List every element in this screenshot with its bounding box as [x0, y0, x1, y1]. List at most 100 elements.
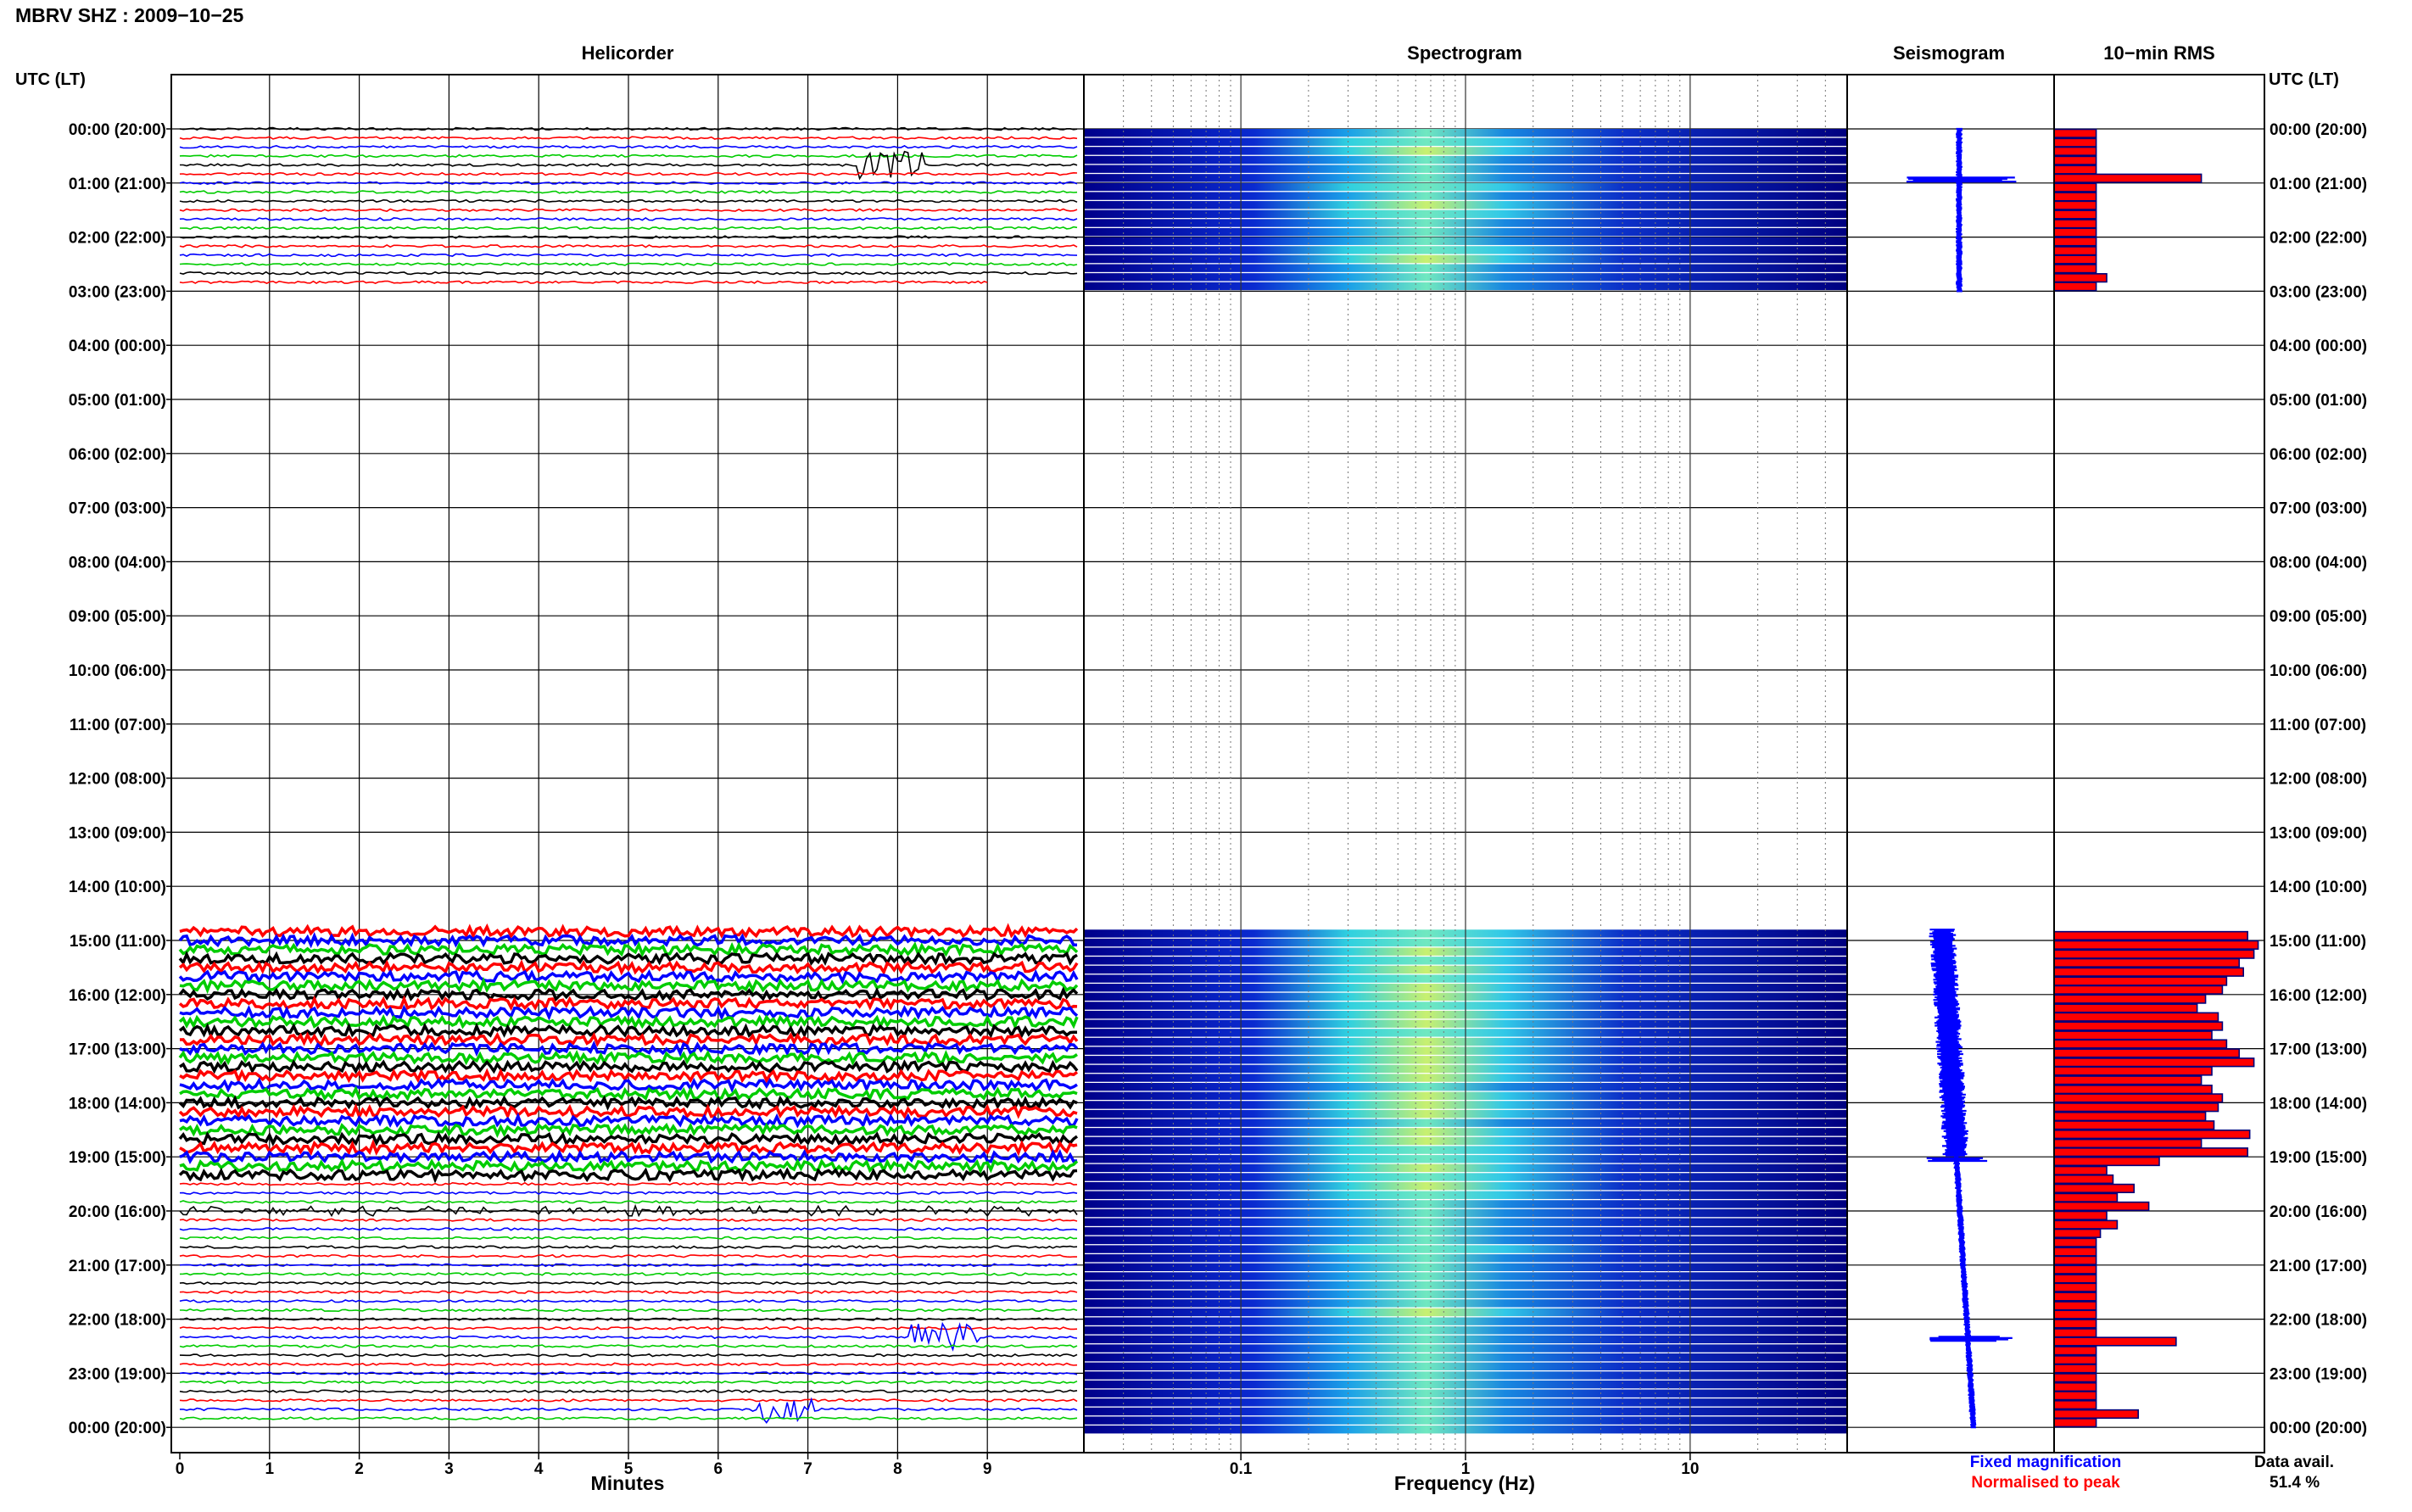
- minute-tick-label: 9: [983, 1460, 992, 1478]
- time-label-right: 00:00 (20:00): [2270, 1420, 2367, 1437]
- rms-bar: [2053, 1301, 2097, 1311]
- rms-bar: [2053, 1165, 2108, 1175]
- time-label-right: 17:00 (13:00): [2270, 1041, 2367, 1059]
- frequency-axis-label: Frequency (Hz): [1394, 1472, 1535, 1494]
- rms-bar: [2053, 1102, 2219, 1113]
- time-label-left: 01:00 (21:00): [69, 176, 166, 193]
- rms-bar: [2053, 219, 2097, 229]
- time-label-left: 10:00 (06:00): [69, 662, 166, 680]
- time-label-left: 23:00 (19:00): [69, 1365, 166, 1383]
- helicorder-title: Helicorder: [582, 42, 674, 64]
- frequency-tick-label: 10: [1681, 1460, 1699, 1478]
- rms-bar: [2053, 227, 2097, 237]
- rms-bar: [2053, 273, 2108, 283]
- time-label-left: 20:00 (16:00): [69, 1203, 166, 1221]
- time-label-left: 11:00 (07:00): [70, 717, 166, 734]
- rms-bar: [2053, 1192, 2119, 1202]
- time-label-left: 14:00 (10:00): [69, 879, 166, 896]
- helicorder-figure: MBRV SHZ : 2009−10−25 UTC (LT) UTC (LT) …: [15, 4, 2367, 1494]
- rms-bar: [2053, 155, 2097, 165]
- time-label-left: 15:00 (11:00): [70, 933, 166, 951]
- time-labels-right: 00:00 (20:00) 01:00 (21:00) 02:00 (22:00) 0…: [2270, 121, 2367, 1437]
- time-label-left: 18:00 (14:00): [69, 1095, 166, 1113]
- time-label-left: 07:00 (03:00): [69, 500, 166, 518]
- utc-axis-label-right: UTC (LT): [2269, 70, 2339, 89]
- time-label-right: 03:00 (23:00): [2270, 283, 2367, 301]
- minute-tick-label: 8: [893, 1460, 902, 1478]
- time-label-left: 05:00 (01:00): [69, 392, 166, 410]
- time-label-left: 17:00 (13:00): [69, 1041, 166, 1059]
- rms-bar: [2053, 1138, 2203, 1149]
- rms-bar: [2053, 1247, 2097, 1257]
- minute-tick-label: 4: [534, 1460, 544, 1478]
- minute-tick-label: 2: [355, 1460, 364, 1478]
- rms-bar: [2053, 1373, 2097, 1383]
- rms-bar: [2053, 1147, 2248, 1158]
- rms-bar: [2053, 200, 2097, 210]
- rms-bar: [2053, 994, 2207, 1004]
- time-label-left: 22:00 (18:00): [69, 1312, 166, 1330]
- rms-bar: [2053, 1355, 2097, 1365]
- utc-axis-label-left: UTC (LT): [15, 70, 86, 89]
- rms-bar: [2053, 1237, 2097, 1247]
- minute-tick-label: 6: [714, 1460, 723, 1478]
- time-label-left: 13:00 (09:00): [69, 824, 166, 842]
- rms-bar: [2053, 1085, 2213, 1095]
- rms-bar: [2053, 1030, 2213, 1041]
- time-label-right: 13:00 (09:00): [2270, 824, 2367, 842]
- frequency-tick-label: 0.1: [1230, 1460, 1253, 1478]
- rms-bar: [2053, 1264, 2097, 1275]
- time-label-left: 12:00 (08:00): [69, 771, 166, 789]
- minute-tick-label: 3: [444, 1460, 454, 1478]
- time-label-right: 00:00 (20:00): [2270, 121, 2367, 139]
- rms-bar: [2053, 246, 2097, 256]
- rms-title: 10−min RMS: [2103, 42, 2214, 64]
- time-label-right: 04:00 (00:00): [2270, 338, 2367, 355]
- time-label-left: 19:00 (15:00): [69, 1149, 166, 1167]
- rms-bar: [2053, 192, 2097, 202]
- seismogram-segment: [1906, 127, 2017, 293]
- rms-bar: [2053, 930, 2248, 941]
- time-label-left: 00:00 (20:00): [69, 121, 166, 139]
- legend-fixed-magnification: Fixed magnification: [1970, 1453, 2121, 1471]
- time-label-right: 07:00 (03:00): [2270, 500, 2367, 518]
- time-label-right: 21:00 (17:00): [2270, 1258, 2367, 1275]
- time-label-right: 08:00 (04:00): [2270, 554, 2367, 572]
- rms-bar: [2053, 949, 2255, 959]
- minute-tick-label: 1: [265, 1460, 275, 1478]
- time-label-left: 21:00 (17:00): [69, 1258, 166, 1275]
- rms-bar: [2053, 1274, 2097, 1284]
- time-label-left: 00:00 (20:00): [69, 1420, 166, 1437]
- rms-bar: [2053, 1346, 2097, 1356]
- rms-bar: [2053, 1039, 2228, 1049]
- time-label-right: 05:00 (01:00): [2270, 392, 2367, 410]
- time-label-left: 03:00 (23:00): [69, 283, 166, 301]
- figure-title: MBRV SHZ : 2009−10−25: [15, 4, 244, 26]
- legend-normalised-to-peak: Normalised to peak: [1971, 1474, 2120, 1492]
- time-label-right: 16:00 (12:00): [2270, 987, 2367, 1005]
- rms-bar: [2053, 1292, 2097, 1302]
- time-label-right: 22:00 (18:00): [2270, 1312, 2367, 1330]
- rms-bar: [2053, 1282, 2097, 1292]
- data-availability-value: 51.4 %: [2270, 1474, 2320, 1492]
- data-availability-label: Data avail.: [2254, 1453, 2334, 1471]
- minute-tick-label: 7: [803, 1460, 812, 1478]
- rms-bar: [2053, 1048, 2241, 1058]
- time-label-right: 14:00 (10:00): [2270, 879, 2367, 896]
- time-label-right: 23:00 (19:00): [2270, 1365, 2367, 1383]
- rms-bar: [2053, 1003, 2198, 1013]
- rms-bar: [2053, 1201, 2150, 1212]
- rms-bar: [2053, 940, 2259, 950]
- rms-bar: [2053, 137, 2097, 148]
- seismogram-title: Seismogram: [1893, 42, 2005, 64]
- seismogram-segment: [1926, 929, 2013, 1429]
- rms-bar: [2053, 1381, 2097, 1392]
- rms-bar: [2053, 1391, 2097, 1401]
- rms-bar: [2053, 1219, 2119, 1230]
- rms-bar: [2053, 967, 2244, 977]
- time-label-left: 04:00 (00:00): [69, 338, 166, 355]
- rms-bar: [2053, 1228, 2102, 1238]
- rms-bar: [2053, 1319, 2097, 1329]
- time-label-right: 20:00 (16:00): [2270, 1203, 2367, 1221]
- plot-content: [171, 75, 2264, 1453]
